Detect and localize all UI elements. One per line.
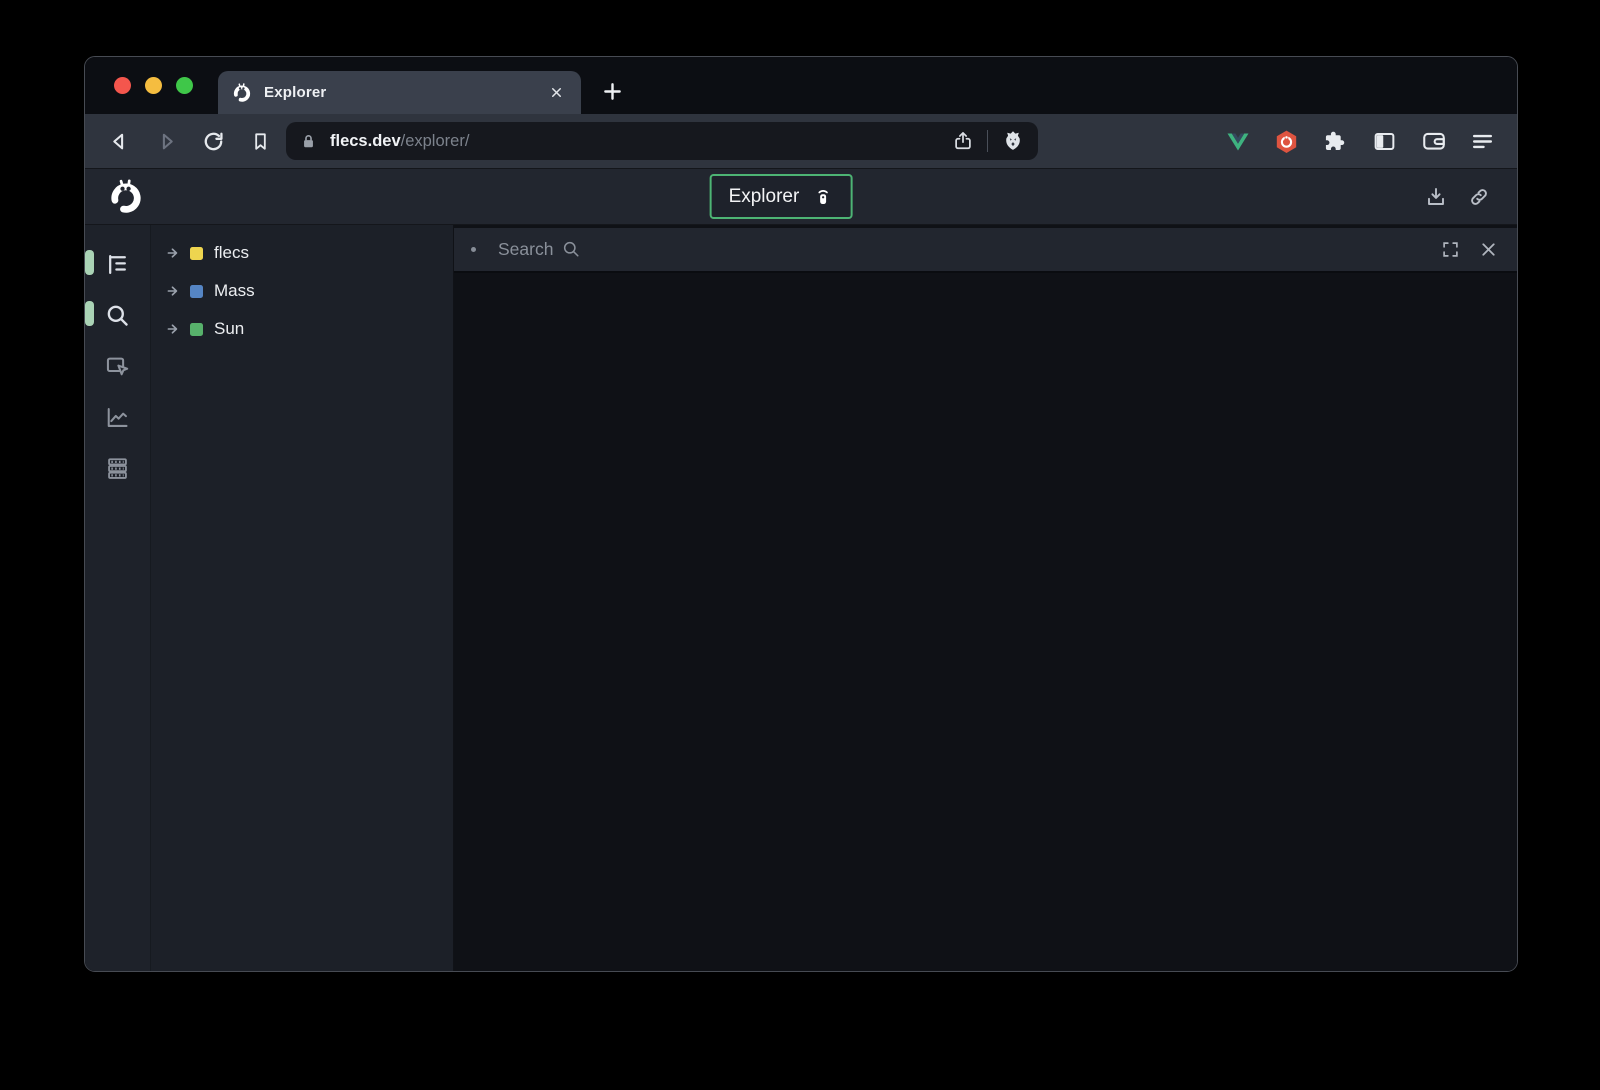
brave-shield-icon[interactable] <box>1001 129 1025 153</box>
extension-icons <box>1224 128 1496 155</box>
expand-arrow-icon[interactable] <box>166 322 180 336</box>
tree-panel: flecs Mass <box>151 225 454 972</box>
bookmark-icon[interactable] <box>242 123 278 159</box>
browser-toolbar: flecs.dev/explorer/ <box>85 114 1517 169</box>
close-panel-icon[interactable] <box>1476 238 1500 262</box>
download-icon[interactable] <box>1422 183 1450 211</box>
entity-label: Mass <box>214 281 255 301</box>
tree-entity-row[interactable]: Mass <box>151 272 453 310</box>
close-window-button[interactable] <box>114 77 131 94</box>
browser-window: Explorer <box>84 56 1518 972</box>
wallet-icon[interactable] <box>1420 128 1447 155</box>
side-panel-icon[interactable] <box>1371 128 1398 155</box>
page-title: Explorer <box>729 186 800 208</box>
menu-icon[interactable] <box>1469 128 1496 155</box>
query-panel-icon[interactable] <box>100 297 136 333</box>
flecs-favicon-icon <box>232 83 252 103</box>
lock-icon <box>299 132 318 151</box>
stats-panel-icon[interactable] <box>100 399 136 435</box>
search-magnifier-icon <box>562 240 581 259</box>
tree-entity-row[interactable]: flecs <box>151 234 453 272</box>
address-bar[interactable]: flecs.dev/explorer/ <box>286 122 1038 160</box>
search-label: Search <box>498 239 553 260</box>
entity-label: Sun <box>214 319 244 339</box>
zoom-window-button[interactable] <box>176 77 193 94</box>
search-panel-header[interactable]: Search <box>454 228 1517 273</box>
query-panel: Search <box>454 225 1517 972</box>
header-actions <box>1422 183 1493 211</box>
entity-label: flecs <box>214 243 249 263</box>
entities-table-icon[interactable] <box>100 450 136 486</box>
url-path: /explorer/ <box>401 132 470 151</box>
page-header: Explorer <box>85 169 1517 225</box>
minimize-window-button[interactable] <box>145 77 162 94</box>
forward-icon[interactable] <box>148 123 184 159</box>
query-results-area <box>454 273 1517 972</box>
tab-title: Explorer <box>264 84 326 101</box>
explorer-content: flecs Mass <box>85 225 1517 972</box>
browser-tab-explorer[interactable]: Explorer <box>218 71 581 114</box>
tree-panel-icon[interactable] <box>100 246 136 282</box>
vue-devtools-icon[interactable] <box>1224 128 1251 155</box>
urlbar-divider <box>987 130 988 152</box>
tree-entity-row[interactable]: Sun <box>151 310 453 348</box>
hexagon-extension-icon[interactable] <box>1273 128 1300 155</box>
entity-color-square <box>190 323 203 336</box>
share-icon[interactable] <box>952 130 974 152</box>
expand-arrow-icon[interactable] <box>166 284 180 298</box>
tab-bar: Explorer <box>85 57 1517 114</box>
url-domain: flecs.dev <box>330 132 401 151</box>
flecs-logo-icon <box>107 178 145 216</box>
remote-signal-icon <box>812 186 833 207</box>
reload-icon[interactable] <box>195 123 231 159</box>
panel-indicator-tree <box>85 250 94 275</box>
entity-color-square <box>190 247 203 260</box>
panel-indicator-search <box>85 301 94 326</box>
share-link-icon[interactable] <box>1465 183 1493 211</box>
traffic-lights <box>85 57 193 114</box>
tab-close-icon[interactable] <box>545 82 567 104</box>
desktop-background: Explorer <box>0 0 1600 1090</box>
drag-dot-icon <box>471 247 476 252</box>
entity-color-square <box>190 285 203 298</box>
new-tab-button[interactable] <box>599 78 625 104</box>
extensions-puzzle-icon[interactable] <box>1322 128 1349 155</box>
icon-sidebar <box>85 225 151 972</box>
inspect-panel-icon[interactable] <box>100 348 136 384</box>
back-icon[interactable] <box>101 123 137 159</box>
fullscreen-icon[interactable] <box>1438 238 1462 262</box>
expand-arrow-icon[interactable] <box>166 246 180 260</box>
explorer-connection-badge[interactable]: Explorer <box>710 174 853 219</box>
